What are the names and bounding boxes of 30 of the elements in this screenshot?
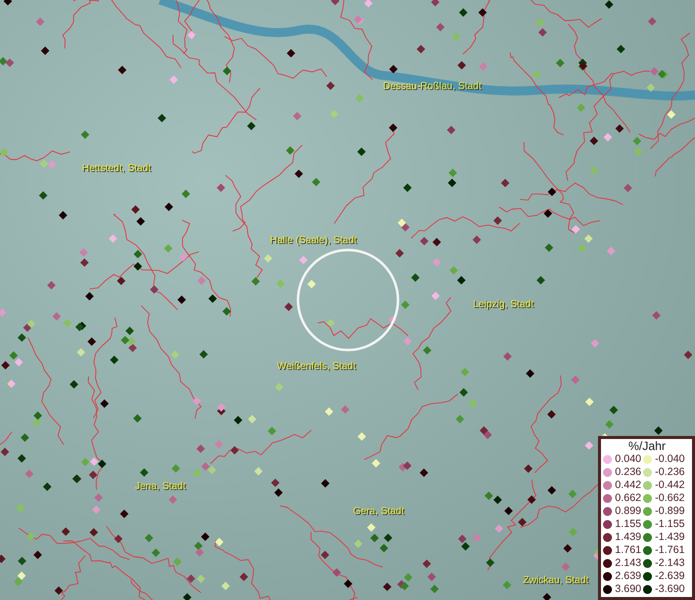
legend-label: -2.639 <box>655 570 685 582</box>
legend-label: 0.040 <box>615 453 642 465</box>
legend-label: -0.040 <box>655 453 685 465</box>
legend-label: -0.662 <box>655 492 685 504</box>
legend-label: -0.442 <box>655 479 685 491</box>
legend-label: -1.155 <box>655 518 685 530</box>
legend-label: 2.143 <box>615 557 642 569</box>
legend-label: 0.662 <box>615 492 642 504</box>
city-label: Zwickau, Stadt <box>523 575 589 586</box>
legend-label: 2.639 <box>615 570 642 582</box>
legend-label: -3.690 <box>655 583 685 595</box>
city-label: Halle (Saale), Stadt <box>270 235 357 246</box>
legend-label: -0.236 <box>655 466 685 478</box>
legend-label: -1.761 <box>655 544 685 556</box>
legend-label: -1.439 <box>655 531 685 543</box>
legend-label: 1.761 <box>615 544 642 556</box>
city-label: Hettstedt, Stadt <box>82 163 151 174</box>
legend-label: 1.439 <box>615 531 642 543</box>
legend-label: -0.899 <box>655 505 685 517</box>
city-label: Weißenfels, Stadt <box>277 361 356 372</box>
legend-label: 3.690 <box>615 583 642 595</box>
legend-label: 1.155 <box>615 518 642 530</box>
legend-label: -2.143 <box>655 557 685 569</box>
city-label: Leipzig, Stadt <box>473 299 534 310</box>
legend-title: %/Jahr <box>627 440 667 453</box>
legend-label: 0.442 <box>615 479 642 491</box>
legend-label: 0.236 <box>615 466 642 478</box>
city-label: Jena, Stadt <box>135 481 186 492</box>
legend-label: 0.899 <box>615 505 642 517</box>
city-label: Gera, Stadt <box>353 506 404 517</box>
